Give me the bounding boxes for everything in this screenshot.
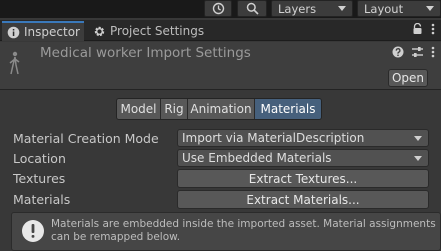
location-value: Use Embedded Materials: [182, 151, 332, 165]
layers-label: Layers: [278, 1, 317, 16]
material-creation-mode-label: Material Creation Mode: [13, 131, 159, 146]
tab-inspector[interactable]: Inspector: [2, 21, 84, 41]
material-creation-mode-value: Import via MaterialDescription: [182, 131, 365, 145]
layout-dropdown[interactable]: Layout: [357, 0, 441, 17]
lock-icon[interactable]: [412, 23, 423, 35]
tab-materials[interactable]: Materials: [255, 99, 321, 119]
gear-icon: [92, 24, 106, 38]
tab-project-settings-label: Project Settings: [110, 24, 205, 38]
importer-tabs: Model Rig Animation Materials: [116, 98, 322, 120]
help-icon[interactable]: [392, 46, 404, 58]
chevron-down-icon: [338, 6, 346, 11]
history-button[interactable]: [204, 0, 232, 17]
search-button[interactable]: [237, 0, 267, 17]
tab-rig[interactable]: Rig: [161, 99, 188, 119]
extract-materials-button[interactable]: Extract Materials...: [177, 190, 429, 209]
model-asset-icon: [9, 51, 20, 75]
search-icon: [246, 2, 259, 15]
preset-icon[interactable]: [411, 46, 424, 58]
material-creation-mode-dropdown[interactable]: Import via MaterialDescription: [177, 129, 429, 147]
location-dropdown[interactable]: Use Embedded Materials: [177, 149, 429, 167]
tab-inspector-label: Inspector: [24, 25, 80, 39]
layers-dropdown[interactable]: Layers: [271, 0, 353, 17]
open-button[interactable]: Open: [388, 69, 428, 87]
tab-model[interactable]: Model: [117, 99, 161, 119]
tab-animation[interactable]: Animation: [188, 99, 255, 119]
chevron-down-icon: [426, 6, 434, 11]
tab-strip-controls: [412, 23, 435, 35]
info-icon: [22, 220, 44, 242]
materials-label: Materials: [13, 192, 71, 207]
help-message: Materials are embedded inside the import…: [51, 218, 436, 243]
info-icon: [6, 25, 20, 39]
history-icon: [212, 2, 224, 15]
location-label: Location: [13, 151, 66, 166]
top-toolbar: Layers Layout: [0, 0, 441, 18]
header-controls: [392, 46, 435, 58]
tab-project-settings[interactable]: Project Settings: [88, 21, 208, 41]
tab-strip: Inspector Project Settings: [0, 20, 441, 41]
more-options-icon[interactable]: [431, 46, 435, 58]
page-title: Medical worker Import Settings: [40, 45, 251, 61]
chevron-down-icon: [414, 136, 422, 141]
more-options-icon[interactable]: [431, 23, 435, 35]
info-help-box: Materials are embedded inside the import…: [11, 212, 441, 251]
extract-textures-button[interactable]: Extract Textures...: [177, 169, 429, 188]
layout-label: Layout: [364, 1, 404, 16]
textures-label: Textures: [13, 171, 66, 186]
inspector-header: Medical worker Import Settings Open: [0, 42, 441, 90]
chevron-down-icon: [414, 156, 422, 161]
